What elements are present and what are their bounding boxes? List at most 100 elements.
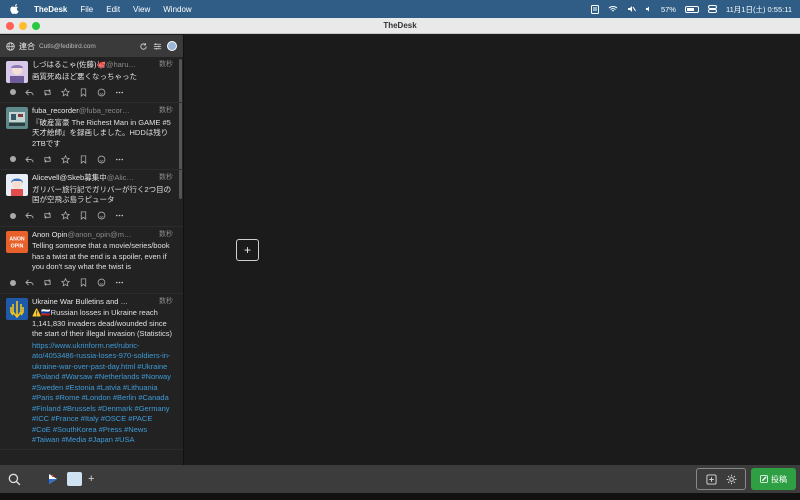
document-icon[interactable] [590,4,599,14]
apple-icon[interactable] [10,4,20,14]
boost-icon[interactable] [43,88,52,97]
toot-content: Telling someone that a movie/series/book… [32,241,170,271]
toot-author-name[interactable]: Anon Opin [32,230,67,241]
gear-icon[interactable] [726,474,737,485]
boost-icon[interactable] [43,278,52,287]
visibility-globe-icon [10,212,16,219]
menu-edit[interactable]: Edit [106,5,120,14]
more-options-icon[interactable] [115,278,124,287]
toot-item[interactable]: しづはるこゃ(佐藤)🐙 @haru… 数秒 画質死ぬほど悪くなっちゃった [0,57,183,103]
bookmark-icon[interactable] [79,278,88,287]
window-titlebar: TheDesk [0,18,800,34]
more-options-icon[interactable] [115,211,124,220]
toot-content: ⚠️🇷🇺Russian losses in Ukraine reach 1,14… [32,308,173,338]
toot-author-handle[interactable]: @haru… [106,60,136,71]
toot-author-name[interactable]: Ukraine War Bulletins and … [32,297,128,308]
emoji-reaction-icon[interactable] [97,278,106,287]
favourite-star-icon[interactable] [61,278,70,287]
toot-item[interactable]: fuba_recorder @fuba_recor… 数秒 『破産富豪 The R… [0,103,183,170]
control-center-icon[interactable] [707,5,717,13]
toot-time[interactable]: 数秒 [159,297,173,308]
toot-time[interactable]: 数秒 [159,106,173,117]
more-options-icon[interactable] [115,155,124,164]
toot-item[interactable]: Ukraine War Bulletins and … 数秒 ⚠️🇷🇺Russi… [0,294,183,450]
visibility-globe-icon [10,156,16,162]
sound-icon[interactable] [645,5,652,13]
globe-icon [6,41,15,51]
menu-status-area: 57% 11月1日(土) 0:55:11 [590,0,792,18]
user-avatar[interactable] [6,61,28,83]
mute-icon[interactable] [627,5,636,13]
account-switch-thedesk-icon[interactable] [47,473,59,485]
toot-content: 画質死ぬほど悪くなっちゃった [32,71,137,81]
column-account: Cutls@fedibird.com [39,42,96,50]
toot-actions [10,152,173,166]
emoji-reaction-icon[interactable] [97,88,106,97]
toot-author-handle[interactable]: @Alic… [107,173,134,184]
toot-author-name[interactable]: fuba_recorder [32,106,79,117]
bookmark-icon[interactable] [79,87,88,97]
favourite-star-icon[interactable] [61,154,70,164]
menu-window[interactable]: Window [163,5,191,14]
dock-strip [0,493,800,500]
toot-author-name[interactable]: しづはるこゃ(佐藤)🐙 [32,60,106,71]
toot-links-hashtags[interactable]: https://www.ukrinform.net/rubric-ato/405… [32,341,173,446]
compose-toot-label: 投稿 [771,474,787,484]
timeline-column: 連合 Cutls@fedibird.com しづはるこゃ(佐藤)🐙 @haru… … [0,35,184,465]
user-avatar[interactable] [6,297,28,320]
favourite-star-icon[interactable] [61,87,70,97]
toot-author-handle[interactable]: @fuba_recor… [79,106,130,117]
bookmark-icon[interactable] [79,154,88,164]
user-avatar[interactable] [6,174,28,196]
toot-time[interactable]: 数秒 [159,173,173,184]
bottom-bar: + 投稿 [0,465,800,493]
visibility-globe-icon [10,89,16,95]
emoji-reaction-icon[interactable] [97,211,106,220]
favourite-star-icon[interactable] [61,211,70,220]
toot-link[interactable]: https://www.ukrinform.net/rubric-ato/405… [32,341,171,445]
toot-time[interactable]: 数秒 [159,60,173,71]
toot-actions [10,276,173,290]
reply-icon[interactable] [25,211,34,220]
emoji-reaction-icon[interactable] [97,155,106,164]
reply-icon[interactable] [25,88,34,97]
boost-icon[interactable] [43,155,52,164]
bookmark-icon[interactable] [79,211,88,220]
reply-icon[interactable] [25,278,34,287]
menu-app-name[interactable]: TheDesk [34,5,67,14]
user-avatar[interactable] [6,107,28,129]
menu-view[interactable]: View [133,5,150,14]
toot-item[interactable]: Alicevell@Skeb募集中 @Alic… 数秒 ガリバー旅行記でガリバーが… [0,170,183,227]
battery-percent: 57% [660,4,676,14]
svg-text:OPIN: OPIN [11,243,24,249]
account-avatar[interactable] [167,41,177,51]
reply-icon[interactable] [25,155,34,164]
pencil-icon [760,475,768,483]
toot-actions [10,209,173,223]
window-title: TheDesk [383,21,417,30]
wifi-icon[interactable] [608,5,618,13]
toot-author-name[interactable]: Alicevell@Skeb募集中 [32,173,107,184]
more-options-icon[interactable] [115,88,124,97]
settings-sliders-icon[interactable] [153,42,162,51]
battery-icon[interactable] [684,5,699,13]
account-switch-avatar[interactable] [67,472,82,486]
bottom-right-controls: 投稿 [696,468,796,490]
toot-item[interactable]: ANON OPIN Anon Opin @anon_opin@m… 数秒 Telli… [0,227,183,294]
add-window-icon[interactable] [705,473,717,485]
toot-author-handle[interactable]: @anon_opin@m… [67,230,131,241]
user-avatar[interactable]: ANONOPIN [6,230,28,253]
refresh-icon[interactable] [139,42,148,51]
compose-toot-button[interactable]: 投稿 [751,468,796,490]
menu-bar: TheDesk File Edit View Window 57% 11月1日(… [0,0,800,18]
toot-time[interactable]: 数秒 [159,230,173,241]
clock[interactable]: 11月1日(土) 0:55:11 [726,4,792,15]
column-header[interactable]: 連合 Cutls@fedibird.com [0,35,183,57]
search-icon[interactable] [8,473,21,486]
add-account-button[interactable]: + [88,473,94,485]
boost-icon[interactable] [43,211,52,220]
column-header-icons [139,41,177,51]
add-column-button[interactable]: + [236,239,259,261]
toot-content: ガリバー旅行記でガリバーが行く2つ目の国が空飛ぶ島ラピュータ [32,184,172,205]
menu-file[interactable]: File [80,5,93,14]
